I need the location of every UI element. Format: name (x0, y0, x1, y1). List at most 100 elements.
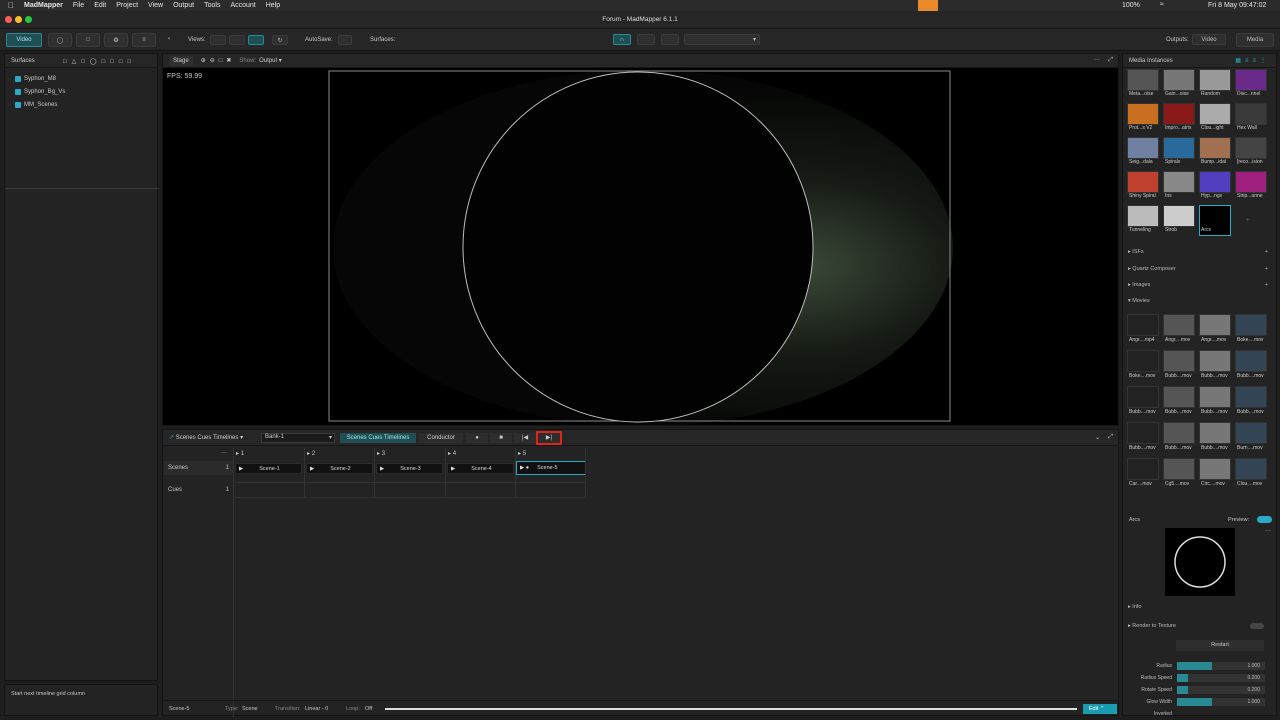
media-thumb-4[interactable] (1127, 103, 1159, 125)
surface-item-mm-scenes[interactable]: MM_Scenes (5, 98, 157, 111)
timeline-mode-dropdown[interactable]: ↗ Scenes Cues Timelines ▾ (169, 434, 243, 441)
column-header-5[interactable]: ▸ 5 (518, 450, 526, 457)
movie-thumb-17[interactable] (1163, 458, 1195, 480)
light-mode-button[interactable]: ◯ (48, 33, 72, 47)
video-mode-button[interactable]: Video (6, 33, 42, 47)
view-3-button[interactable] (248, 35, 264, 45)
movie-thumb-5[interactable] (1163, 350, 1195, 372)
scene-cell-4[interactable]: ▶ Scene-4 (447, 463, 514, 474)
next-column-button[interactable]: ▶| (536, 431, 562, 445)
tab-conductor[interactable]: Conductor (419, 433, 463, 443)
movie-thumb-6[interactable] (1199, 350, 1231, 372)
menu-help[interactable]: Help (266, 2, 280, 9)
modules-mode-button[interactable]: ❂ (104, 33, 128, 47)
menu-view[interactable]: View (148, 2, 163, 9)
surface-select-dropdown[interactable]: ▾ (684, 34, 760, 45)
loop-value[interactable]: Off (365, 706, 372, 712)
layout-mode-button[interactable]: □ (76, 33, 100, 47)
bank-dropdown[interactable]: Bank-1 ▾ (261, 433, 335, 443)
transition-value[interactable]: Linear - 0 (305, 706, 328, 712)
movie-thumb-14[interactable] (1199, 422, 1231, 444)
surface-tools-icons[interactable]: □△□◯□□□□ (63, 58, 136, 65)
sync-view-button[interactable]: ↻ (272, 35, 288, 45)
menu-output[interactable]: Output (173, 2, 194, 9)
wifi-icon[interactable]: ≈ (1160, 1, 1164, 8)
movie-thumb-12[interactable] (1127, 422, 1159, 444)
param-row[interactable]: Glow Width 1.000 (1124, 697, 1265, 706)
movie-thumb-9[interactable] (1163, 386, 1195, 408)
zoom-in-icon[interactable]: ⊕ (201, 57, 206, 64)
panel-divider[interactable] (5, 188, 159, 189)
section-images[interactable]: ▸ Images + (1128, 282, 1268, 288)
movie-thumb-1[interactable] (1163, 314, 1195, 336)
zoom-out-icon[interactable]: ⊖ (210, 57, 215, 64)
media-thumb-13[interactable] (1163, 171, 1195, 193)
param-row[interactable]: Radius 1.000 (1124, 661, 1265, 670)
section-isfs[interactable]: ▸ ISFs + (1128, 249, 1268, 255)
mic-status-icon[interactable] (918, 0, 938, 11)
media-thumb-2[interactable] (1199, 69, 1231, 91)
media-thumb-1[interactable] (1163, 69, 1195, 91)
movie-thumb-0[interactable] (1127, 314, 1159, 336)
menu-tools[interactable]: Tools (204, 2, 220, 9)
progress-track[interactable] (385, 708, 1077, 710)
record-button[interactable]: ● (466, 433, 488, 443)
param-row[interactable]: Radius Speed 0.200 (1124, 673, 1265, 682)
collapse-chevron-icon[interactable]: ⌄ (1095, 434, 1100, 441)
movie-thumb-7[interactable] (1235, 350, 1267, 372)
param-row[interactable]: Rotate Speed 0.200 (1124, 685, 1265, 694)
view-1-button[interactable] (210, 35, 226, 45)
stage-canvas[interactable]: FPS: 59.99 (163, 68, 1118, 425)
media-thumb-17[interactable] (1163, 205, 1195, 227)
movie-thumb-13[interactable] (1163, 422, 1195, 444)
menu-account[interactable]: Account (230, 2, 255, 9)
expand-icon[interactable]: ⤢ (1108, 434, 1113, 441)
collapse-chevron-icon[interactable]: ‹ (168, 36, 170, 42)
media-thumb-9[interactable] (1163, 137, 1195, 159)
add-media-icon[interactable]: + (1246, 218, 1250, 224)
movie-thumb-19[interactable] (1235, 458, 1267, 480)
view-mode-icons[interactable]: ▦≡≡⋮ (1235, 57, 1270, 64)
media-thumb-12[interactable] (1127, 171, 1159, 193)
surface-item-syphon-bg-vs[interactable]: Syphon_Bg_Vs (5, 85, 157, 98)
show-dropdown[interactable]: Output ▾ (259, 57, 282, 64)
add-icon[interactable]: + (1265, 266, 1268, 272)
column-header-3[interactable]: ▸ 3 (377, 450, 385, 457)
stage-options-icon[interactable]: ··· (1094, 57, 1100, 63)
movie-thumb-15[interactable] (1235, 422, 1267, 444)
movie-thumb-4[interactable] (1127, 350, 1159, 372)
section-movies[interactable]: ▾ Movies (1128, 298, 1268, 304)
apple-icon[interactable]:  (8, 1, 14, 10)
row-scenes-header[interactable]: Scenes 1 (164, 461, 233, 475)
scene-cell-2[interactable]: ▶ Scene-2 (306, 463, 373, 474)
clock[interactable]: Fri 8 May 09:47:02 (1208, 2, 1266, 9)
movie-thumb-2[interactable] (1199, 314, 1231, 336)
settings-mode-button[interactable]: ≡ (132, 33, 156, 47)
render-toggle[interactable] (1250, 623, 1264, 629)
expand-icon[interactable]: ⤢ (1108, 57, 1113, 64)
media-toggle-button[interactable]: Media (1236, 33, 1274, 47)
menu-edit[interactable]: Edit (94, 2, 106, 9)
previous-column-button[interactable]: |◀ (514, 433, 536, 443)
movie-thumb-11[interactable] (1235, 386, 1267, 408)
stage-tab[interactable]: Stage (169, 55, 193, 66)
media-thumb-15[interactable] (1235, 171, 1267, 193)
autosave-button[interactable] (338, 35, 352, 45)
info-section[interactable]: ▸ Info (1128, 604, 1141, 610)
media-thumb-3[interactable] (1235, 69, 1267, 91)
media-thumb-7[interactable] (1235, 103, 1267, 125)
stop-button[interactable]: ■ (490, 433, 512, 443)
preview-toggle[interactable] (1257, 516, 1272, 523)
movie-thumb-16[interactable] (1127, 458, 1159, 480)
scene-cell-1[interactable]: ▶ Scene-1 (235, 463, 302, 474)
edit-button[interactable]: Edit ⌃ (1083, 704, 1117, 714)
tab-scenes-cues-timelines[interactable]: Scenes Cues Timelines (340, 433, 416, 443)
media-thumb-10[interactable] (1199, 137, 1231, 159)
row-cues-header[interactable]: Cues 1 (164, 483, 233, 497)
media-thumb-5[interactable] (1163, 103, 1195, 125)
scene-cell-3[interactable]: ▶ Scene-3 (376, 463, 443, 474)
movie-thumb-18[interactable] (1199, 458, 1231, 480)
column-header-2[interactable]: ▸ 2 (307, 450, 315, 457)
restart-button[interactable]: Restart (1176, 640, 1264, 651)
surface-item-syphon-m8[interactable]: Syphon_M8 (5, 72, 157, 85)
